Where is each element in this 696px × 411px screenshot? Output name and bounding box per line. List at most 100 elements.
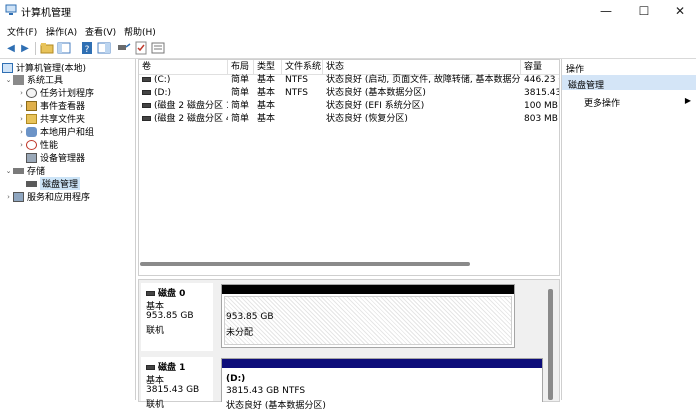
computer-icon <box>2 62 13 73</box>
tree-item-label: 共享文件夹 <box>40 115 86 125</box>
storage-icon <box>13 167 24 174</box>
actions-section-label: 磁盘管理 <box>568 81 605 91</box>
connect-icon[interactable] <box>117 41 131 55</box>
disk-0-name: 磁盘 0 <box>146 286 185 299</box>
disk-1-status: 联机 <box>146 400 165 410</box>
maximize-button[interactable]: ☐ <box>626 0 662 22</box>
more-actions-link[interactable]: 更多操作 <box>584 96 620 109</box>
help-icon[interactable]: ? <box>80 41 94 55</box>
back-arrow-icon[interactable]: ◀ <box>4 41 18 55</box>
tree-item-system-tools[interactable]: ⌄ 系统工具 <box>4 73 63 86</box>
menu-help[interactable]: 帮助(H) <box>124 25 156 38</box>
volume-status: 状态良好 (基本数据分区) <box>326 88 426 98</box>
column-header-filesystem[interactable]: 文件系统 <box>282 60 323 74</box>
chevron-down-icon[interactable]: ⌄ <box>4 76 13 84</box>
primary-partition-bar <box>222 359 542 368</box>
checklist-icon[interactable] <box>134 41 148 55</box>
actions-section[interactable]: 磁盘管理 <box>562 75 696 91</box>
title-bar: 计算机管理 — ☐ ✕ <box>0 0 696 22</box>
volume-type: 基本 <box>257 101 276 111</box>
menu-action[interactable]: 操作(A) <box>46 25 77 38</box>
volume-list: 卷 布局 类型 文件系统 状态 容量 (C:) 简单 基本 NTFS 状态良好 … <box>138 59 560 276</box>
disk-icon <box>146 291 155 296</box>
tree-item-services-apps[interactable]: › 服务和应用程序 <box>4 190 90 203</box>
disk-management-icon <box>26 180 37 187</box>
tree-item-storage[interactable]: ⌄ 存储 <box>4 164 45 178</box>
chevron-right-icon[interactable]: › <box>17 102 26 110</box>
volume-filesystem: NTFS <box>285 75 308 85</box>
chevron-right-icon[interactable]: › <box>4 193 13 201</box>
chevron-down-icon[interactable]: ⌄ <box>4 167 13 175</box>
column-header-volume[interactable]: 卷 <box>139 60 228 74</box>
disk-1-partition-size: 3815.43 GB NTFS <box>226 386 306 396</box>
unallocated-bar <box>222 285 514 294</box>
volume-icon <box>142 103 151 108</box>
volume-filesystem: NTFS <box>285 88 308 98</box>
volume-name: (磁盘 2 磁盘分区 1) <box>154 101 228 111</box>
up-folder-icon[interactable] <box>40 41 54 55</box>
users-icon <box>26 126 37 137</box>
table-row[interactable]: (D:) 简单 基本 NTFS 状态良好 (基本数据分区) 3815.43 <box>139 87 559 100</box>
volume-filesystem <box>282 113 323 126</box>
clock-icon <box>26 87 37 98</box>
tree-item-label: 系统工具 <box>27 76 64 86</box>
tree-item-task-scheduler[interactable]: › 任务计划程序 <box>17 86 94 99</box>
tree-item-label: 设备管理器 <box>40 154 86 164</box>
chevron-right-icon[interactable]: › <box>17 115 26 123</box>
menu-view[interactable]: 查看(V) <box>85 25 116 38</box>
tree-item-event-viewer[interactable]: › 事件查看器 <box>17 99 85 112</box>
tree-item-label: 本地用户和组 <box>40 128 95 138</box>
toolbar: ◀ ▶ ? <box>0 39 696 59</box>
volume-layout: 简单 <box>231 101 250 111</box>
performance-icon <box>26 139 37 150</box>
volume-status: 状态良好 (EFI 系统分区) <box>326 101 425 111</box>
forward-arrow-icon[interactable]: ▶ <box>18 41 32 55</box>
disk-0-info[interactable]: 磁盘 0 基本 953.85 GB 联机 <box>141 283 213 351</box>
chevron-right-icon[interactable]: › <box>17 89 26 97</box>
tree-item-label: 服务和应用程序 <box>27 193 91 203</box>
minimize-button[interactable]: — <box>588 0 624 22</box>
volume-layout: 简单 <box>231 75 250 85</box>
tree-item-disk-management[interactable]: 磁盘管理 <box>26 177 81 190</box>
close-button[interactable]: ✕ <box>662 0 696 22</box>
menu-file[interactable]: 文件(F) <box>7 25 37 38</box>
column-header-type[interactable]: 类型 <box>254 60 282 74</box>
disk-0-status: 联机 <box>146 326 165 336</box>
volume-status: 状态良好 (启动, 页面文件, 故障转储, 基本数据分区) <box>326 75 521 85</box>
vertical-scrollbar[interactable] <box>548 289 553 400</box>
volume-icon <box>142 77 151 82</box>
table-row[interactable]: (磁盘 2 磁盘分区 4) 简单 基本 状态良好 (恢复分区) 803 MB <box>139 113 559 126</box>
chevron-right-icon[interactable]: › <box>17 128 26 136</box>
tree-item-device-manager[interactable]: 设备管理器 <box>26 151 85 164</box>
tools-icon <box>13 74 24 85</box>
column-header-layout[interactable]: 布局 <box>228 60 254 74</box>
table-row[interactable]: (C:) 简单 基本 NTFS 状态良好 (启动, 页面文件, 故障转储, 基本… <box>139 74 559 87</box>
tree-item-local-users[interactable]: › 本地用户和组 <box>17 125 94 138</box>
view-list-icon[interactable] <box>151 41 165 55</box>
properties-pane-icon[interactable] <box>97 41 111 55</box>
tree-item-label: 任务计划程序 <box>40 89 95 99</box>
disk-0-partition[interactable]: 953.85 GB 未分配 <box>221 284 515 348</box>
disk-1-info[interactable]: 磁盘 1 基本 3815.43 GB 联机 <box>141 357 213 410</box>
actions-header: 操作 <box>566 65 585 75</box>
column-header-capacity[interactable]: 容量 <box>521 60 559 74</box>
disk-1-size: 3815.43 GB <box>146 385 200 395</box>
chevron-right-icon[interactable]: ▶ <box>685 96 691 105</box>
chevron-right-icon[interactable]: › <box>17 141 26 149</box>
volume-name: (磁盘 2 磁盘分区 4) <box>154 114 228 124</box>
disk-icon <box>146 365 155 370</box>
horizontal-scrollbar[interactable] <box>140 262 470 266</box>
tree-item-performance[interactable]: › 性能 <box>17 138 58 151</box>
tree-item-label: 磁盘管理 <box>40 177 81 190</box>
disk-1-partition[interactable]: (D:) 3815.43 GB NTFS 状态良好 (基本数据分区) <box>221 358 543 411</box>
volume-status: 状态良好 (恢复分区) <box>326 114 408 124</box>
volume-capacity: 446.23 G <box>524 75 559 85</box>
actions-pane: 操作 磁盘管理 更多操作 ▶ <box>561 59 696 400</box>
disk-1-name: 磁盘 1 <box>146 360 185 373</box>
column-header-status[interactable]: 状态 <box>323 60 521 74</box>
tree-item-label: 事件查看器 <box>40 102 86 112</box>
list-header: 卷 布局 类型 文件系统 状态 容量 <box>139 60 559 75</box>
tree-item-shared-folders[interactable]: › 共享文件夹 <box>17 112 85 125</box>
show-hide-tree-icon[interactable] <box>57 41 71 55</box>
table-row[interactable]: (磁盘 2 磁盘分区 1) 简单 基本 状态良好 (EFI 系统分区) 100 … <box>139 100 559 113</box>
